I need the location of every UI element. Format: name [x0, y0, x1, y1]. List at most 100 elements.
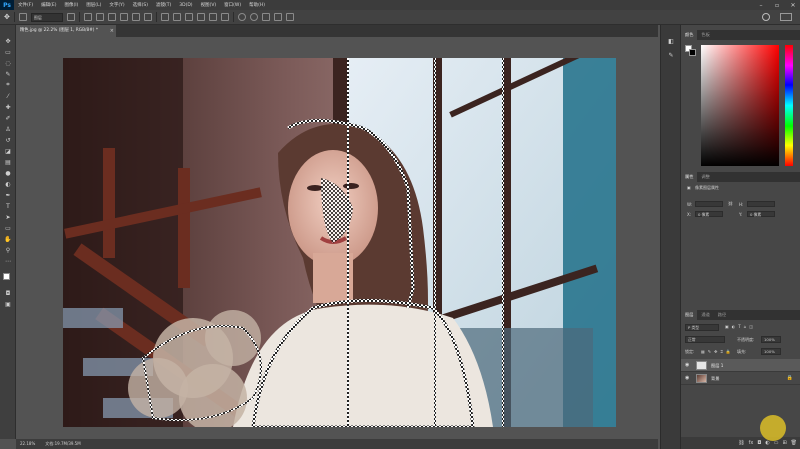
layer-style-icon[interactable]: fx	[749, 440, 754, 446]
history-brush-tool-icon[interactable]: ↺	[4, 136, 12, 144]
pen-tool-icon[interactable]: ✒	[4, 191, 12, 199]
menu-3d[interactable]: 3D(D)	[175, 3, 196, 8]
x-field[interactable]: 0 像素	[695, 211, 723, 217]
divider	[78, 12, 80, 22]
align-left-icon[interactable]	[119, 13, 128, 21]
align-vcenter-icon[interactable]	[95, 13, 104, 21]
visibility-eye-icon[interactable]: ◉	[685, 362, 689, 368]
zoom-level[interactable]: 22.18%	[20, 439, 35, 449]
eyedropper-tool-icon[interactable]: ⁄	[4, 92, 12, 100]
height-field[interactable]	[747, 201, 775, 207]
distribute-bottom-icon[interactable]	[184, 13, 193, 21]
menu-select[interactable]: 选择(S)	[129, 2, 152, 8]
crop-tool-icon[interactable]: ⌗	[4, 81, 12, 89]
distribute-right-icon[interactable]	[220, 13, 229, 21]
align-right-icon[interactable]	[143, 13, 152, 21]
3d-scale-icon[interactable]	[285, 13, 294, 21]
close-icon[interactable]: ×	[110, 25, 114, 37]
menu-image[interactable]: 图像(I)	[60, 2, 82, 8]
background-color-swatch[interactable]	[689, 49, 696, 56]
3d-pan-icon[interactable]	[261, 13, 270, 21]
color-picker-field[interactable]	[701, 45, 779, 166]
clone-stamp-tool-icon[interactable]: ♙	[4, 125, 12, 133]
transform-controls-checkbox[interactable]	[66, 13, 75, 21]
opacity-field[interactable]: 100%	[761, 336, 781, 343]
add-mask-icon[interactable]: ◘	[757, 440, 761, 446]
tab-properties[interactable]: 属性	[681, 172, 698, 182]
auto-select-dropdown[interactable]: 图层	[30, 12, 63, 22]
blur-tool-icon[interactable]: ●	[4, 169, 12, 177]
layer-filter-icons[interactable]: ▣◐T⌂◫	[725, 324, 756, 329]
move-tool-icon[interactable]: ✥	[4, 13, 10, 21]
auto-select-checkbox[interactable]	[18, 13, 27, 21]
dodge-tool-icon[interactable]: ◐	[4, 180, 12, 188]
distribute-left-icon[interactable]	[196, 13, 205, 21]
menu-file[interactable]: 文件(F)	[14, 2, 37, 8]
y-field[interactable]: 0 像素	[747, 211, 775, 217]
quick-mask-icon[interactable]: ◘	[4, 289, 12, 297]
tab-color[interactable]: 颜色	[681, 30, 698, 40]
maximize-icon[interactable]: ▫	[772, 2, 782, 9]
eraser-tool-icon[interactable]: ◪	[4, 147, 12, 155]
more-tools-icon[interactable]: ⋯	[4, 257, 12, 265]
menu-help[interactable]: 帮助(H)	[245, 2, 269, 8]
zoom-tool-icon[interactable]: ⚲	[4, 246, 12, 254]
brush-panel-icon[interactable]: ✎	[667, 51, 675, 59]
blend-mode-dropdown[interactable]: 正常	[685, 336, 725, 343]
3d-slide-icon[interactable]	[273, 13, 282, 21]
link-layers-icon[interactable]: ⛓	[738, 440, 744, 446]
visibility-eye-icon[interactable]: ◉	[685, 375, 689, 381]
lock-icons[interactable]: ▦✎✥⌗🔒	[701, 349, 734, 354]
lasso-tool-icon[interactable]: ◌	[4, 59, 12, 67]
foreground-color-swatch[interactable]	[3, 273, 10, 280]
distribute-hcenter-icon[interactable]	[208, 13, 217, 21]
workspace-icon[interactable]	[780, 13, 792, 21]
align-bottom-icon[interactable]	[107, 13, 116, 21]
history-panel-icon[interactable]: ◧	[667, 37, 675, 45]
rectangle-tool-icon[interactable]: ▭	[4, 224, 12, 232]
menu-view[interactable]: 视图(V)	[197, 2, 221, 8]
document-tab[interactable]: 精色.jpg @ 22.2% (图层 1, RGB/8#) * ×	[16, 25, 116, 37]
search-icon[interactable]	[762, 13, 770, 21]
distribute-top-icon[interactable]	[160, 13, 169, 21]
adjustment-layer-icon[interactable]: ◐	[765, 440, 769, 446]
hue-slider[interactable]	[785, 45, 793, 166]
type-tool-icon[interactable]: T	[4, 202, 12, 210]
layer-row[interactable]: ◉ 图层 1	[681, 359, 800, 372]
align-top-icon[interactable]	[83, 13, 92, 21]
menu-layer[interactable]: 图层(L)	[82, 2, 105, 8]
fill-field[interactable]: 100%	[761, 348, 781, 355]
canvas-area[interactable]	[16, 37, 658, 439]
link-icon[interactable]: ⛓	[728, 201, 733, 206]
tab-layers[interactable]: 图层	[681, 310, 698, 320]
delete-layer-icon[interactable]: 🗑	[791, 440, 797, 446]
layer-filter-dropdown[interactable]: P 类型	[685, 324, 719, 331]
new-layer-icon[interactable]: ⊞	[782, 440, 786, 446]
layer-row[interactable]: ◉ 背景 🔒	[681, 372, 800, 385]
distribute-vcenter-icon[interactable]	[172, 13, 181, 21]
menu-type[interactable]: 文字(Y)	[105, 2, 128, 8]
3d-roll-icon[interactable]	[249, 13, 258, 21]
tab-paths[interactable]: 路径	[714, 310, 730, 320]
align-hcenter-icon[interactable]	[131, 13, 140, 21]
gradient-tool-icon[interactable]: ▤	[4, 158, 12, 166]
menu-edit[interactable]: 编辑(E)	[37, 2, 60, 8]
menu-filter[interactable]: 滤镜(T)	[152, 2, 175, 8]
width-field[interactable]	[695, 201, 723, 207]
document-image[interactable]	[63, 58, 616, 427]
brush-tool-icon[interactable]: ✐	[4, 114, 12, 122]
screen-mode-icon[interactable]: ▣	[4, 300, 12, 308]
menu-window[interactable]: 窗口(W)	[220, 2, 245, 8]
tab-swatches[interactable]: 色板	[697, 30, 713, 40]
move-tool-icon[interactable]: ✥	[4, 37, 12, 45]
quick-select-tool-icon[interactable]: ✎	[4, 70, 12, 78]
minimize-icon[interactable]: –	[756, 2, 766, 9]
marquee-tool-icon[interactable]: ▭	[4, 48, 12, 56]
3d-rotate-icon[interactable]	[237, 13, 246, 21]
hand-tool-icon[interactable]: ✋	[4, 235, 12, 243]
close-icon[interactable]: ✕	[788, 2, 798, 9]
healing-brush-tool-icon[interactable]: ✚	[4, 103, 12, 111]
tab-adjustments[interactable]: 调整	[697, 172, 713, 182]
path-select-tool-icon[interactable]: ➤	[4, 213, 12, 221]
tab-channels[interactable]: 通道	[697, 310, 713, 320]
